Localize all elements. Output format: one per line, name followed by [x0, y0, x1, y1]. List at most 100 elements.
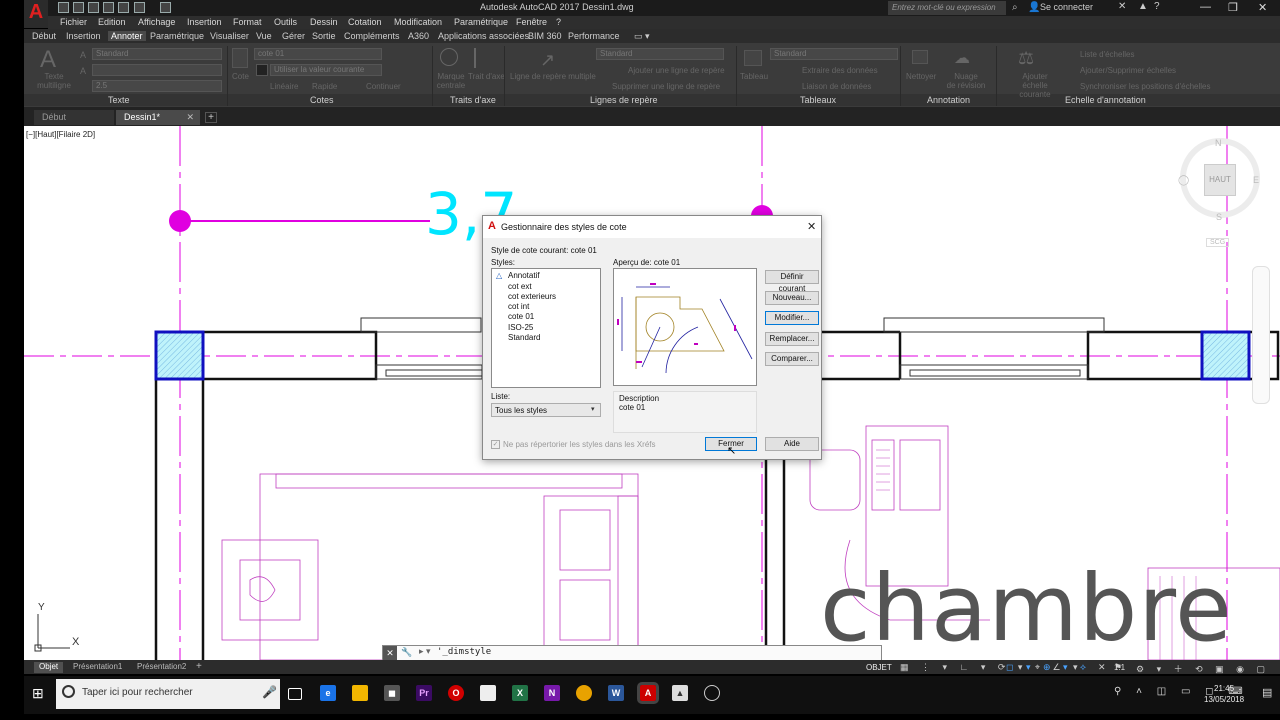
notifications-icon[interactable]: ▤	[1262, 686, 1272, 699]
data-link-button[interactable]: Liaison de données	[802, 82, 871, 91]
multileader-icon[interactable]: ↗	[540, 50, 555, 71]
leader-style-dropdown[interactable]: Standard	[596, 48, 724, 60]
premiere-icon[interactable]: Pr	[416, 685, 432, 701]
ribbon-tab[interactable]: Compléments	[344, 31, 400, 41]
list-item[interactable]: Annotatif	[508, 271, 540, 280]
layout-tab-presentation1[interactable]: Présentation1	[68, 662, 127, 673]
list-item[interactable]: cot ext	[508, 282, 532, 291]
find-text-input[interactable]	[92, 64, 222, 76]
command-text[interactable]: '_dimstyle	[437, 647, 491, 657]
revcloud-icon[interactable]: ☁	[954, 48, 970, 68]
menu-item[interactable]: Dessin	[310, 17, 338, 27]
chrome-icon[interactable]	[576, 685, 592, 701]
onenote-icon[interactable]: N	[544, 685, 560, 701]
windows-start-icon[interactable]: ⊞	[32, 685, 44, 702]
edge-icon[interactable]: e	[320, 685, 336, 701]
viewcube-east[interactable]: E	[1253, 175, 1259, 185]
dim-layer-dropdown[interactable]: Utiliser la valeur courante	[270, 64, 382, 76]
command-line[interactable]: ✕ 🔧 ▸ ▾ '_dimstyle	[382, 645, 882, 661]
excel-icon[interactable]: X	[512, 685, 528, 701]
list-filter-dropdown[interactable]: Tous les styles	[491, 403, 601, 417]
text-style-dropdown[interactable]: Standard	[92, 48, 222, 60]
close-icon[interactable]: ✕	[1258, 1, 1267, 14]
new-tab-icon[interactable]: +	[205, 112, 217, 123]
viewport-controls[interactable]: [−][Haut][Filaire 2D]	[26, 130, 95, 139]
add-current-scale-button[interactable]: Ajouter échelle courante	[1010, 72, 1060, 99]
list-item[interactable]: cot exterieurs	[508, 292, 556, 301]
ribbon-tab[interactable]: Performance	[568, 31, 620, 41]
list-item[interactable]: Standard	[508, 333, 540, 342]
taskbar-clock[interactable]: 21:45 13/05/2018	[1204, 683, 1244, 705]
set-current-button[interactable]: Définir courant	[765, 270, 819, 293]
undo-icon[interactable]	[134, 2, 145, 13]
menu-item[interactable]: ?	[556, 17, 561, 27]
task-view-icon[interactable]	[288, 688, 302, 700]
ribbon-tab[interactable]: A360	[408, 31, 429, 41]
remove-leader-button[interactable]: Supprimer une ligne de repère	[612, 82, 720, 91]
override-style-button[interactable]: Remplacer...	[765, 332, 819, 346]
centerline-label[interactable]: Trait d'axe	[468, 72, 505, 81]
save-icon[interactable]	[88, 2, 99, 13]
maximize-icon[interactable]: ❐	[1228, 1, 1238, 14]
chevron-down-icon[interactable]: ▾	[591, 405, 595, 413]
doc-tab-drawing1[interactable]: Dessin1* ✕	[116, 110, 200, 125]
opera-icon[interactable]: O	[448, 685, 464, 701]
menu-item[interactable]: Affichage	[138, 17, 175, 27]
annotation-scale-dropdown[interactable]: 1:1	[1114, 663, 1125, 672]
menu-item[interactable]: Outils	[274, 17, 297, 27]
panel-annotation-title[interactable]: Annotation	[927, 95, 970, 105]
continue-dim-button[interactable]: Continuer	[366, 82, 401, 91]
doc-tab-start[interactable]: Début	[34, 110, 114, 125]
layout-tab-model[interactable]: Objet	[34, 662, 64, 673]
file-icon[interactable]	[480, 685, 496, 701]
new-style-button[interactable]: Nouveau...	[765, 291, 819, 305]
save-as-icon[interactable]	[103, 2, 114, 13]
ribbon-tab[interactable]: Paramétrique	[150, 31, 204, 41]
linear-dim-button[interactable]: Linéaire	[270, 82, 298, 91]
table-style-dropdown[interactable]: Standard	[770, 48, 898, 60]
list-item[interactable]: cot int	[508, 302, 529, 311]
add-remove-scales-button[interactable]: Ajouter/Supprimer échelles	[1080, 66, 1176, 75]
list-item[interactable]: ISO-25	[508, 323, 533, 332]
viewcube-west-icon[interactable]: ◯	[1178, 175, 1189, 186]
panel-scale-title[interactable]: Echelle d'annotation	[1065, 95, 1146, 105]
ribbon-tab[interactable]: BIM 360	[528, 31, 562, 41]
minimize-icon[interactable]: —	[1200, 1, 1211, 13]
close-command-icon[interactable]: ✕	[383, 646, 397, 660]
modify-style-button[interactable]: Modifier...	[765, 311, 819, 325]
compare-styles-button[interactable]: Comparer...	[765, 352, 819, 366]
signin-button[interactable]: Se connecter	[1040, 2, 1093, 12]
autocad-logo-icon[interactable]: A	[24, 0, 48, 28]
status-osnap-icons[interactable]: ◻ ▾ ⊕ ▾ ⟡	[1006, 662, 1091, 673]
recent-commands-icon[interactable]: ▸ ▾	[419, 646, 431, 657]
print-icon[interactable]	[118, 2, 129, 13]
search-input[interactable]: Entrez mot-clé ou expression	[888, 1, 1006, 15]
text-icon[interactable]: A	[40, 46, 56, 74]
panel-dimensions-title[interactable]: Cotes	[310, 95, 334, 105]
multiline-text-label[interactable]: Texte multiligne	[34, 72, 74, 90]
viewcube-top-face[interactable]: HAUT	[1204, 164, 1236, 196]
scale-list-button[interactable]: Liste d'échelles	[1080, 50, 1134, 59]
wipeout-button[interactable]: Nettoyer	[906, 72, 936, 81]
help-button[interactable]: Aide	[765, 437, 819, 451]
list-item[interactable]: cote 01	[508, 312, 534, 321]
ribbon-tab[interactable]: Applications associées	[438, 31, 529, 41]
menu-item[interactable]: Fenêtre	[516, 17, 547, 27]
navigation-bar[interactable]	[1252, 266, 1270, 404]
add-layout-icon[interactable]: +	[196, 661, 202, 672]
panel-centerlines-title[interactable]: Traits d'axe	[450, 95, 496, 105]
dim-style-dropdown[interactable]: cote 01	[254, 48, 382, 60]
layout-tab-presentation2[interactable]: Présentation2	[132, 662, 191, 673]
dialog-close-icon[interactable]: ✕	[807, 220, 816, 233]
photos-icon[interactable]: ▲	[672, 685, 688, 701]
table-button[interactable]: Tableau	[740, 72, 768, 81]
table-icon[interactable]	[744, 50, 762, 66]
microphone-icon[interactable]: 🎤	[262, 685, 277, 699]
close-tab-icon[interactable]: ✕	[186, 112, 194, 123]
center-mark-icon[interactable]	[440, 48, 458, 66]
redo-icon[interactable]	[160, 2, 171, 13]
annotation-scale-icon[interactable]: ⚖	[1018, 48, 1034, 69]
multileader-button[interactable]: Ligne de repère multiple	[510, 72, 596, 81]
ribbon-options-icon[interactable]: ▭ ▾	[634, 31, 650, 42]
wipeout-icon[interactable]	[912, 50, 928, 64]
